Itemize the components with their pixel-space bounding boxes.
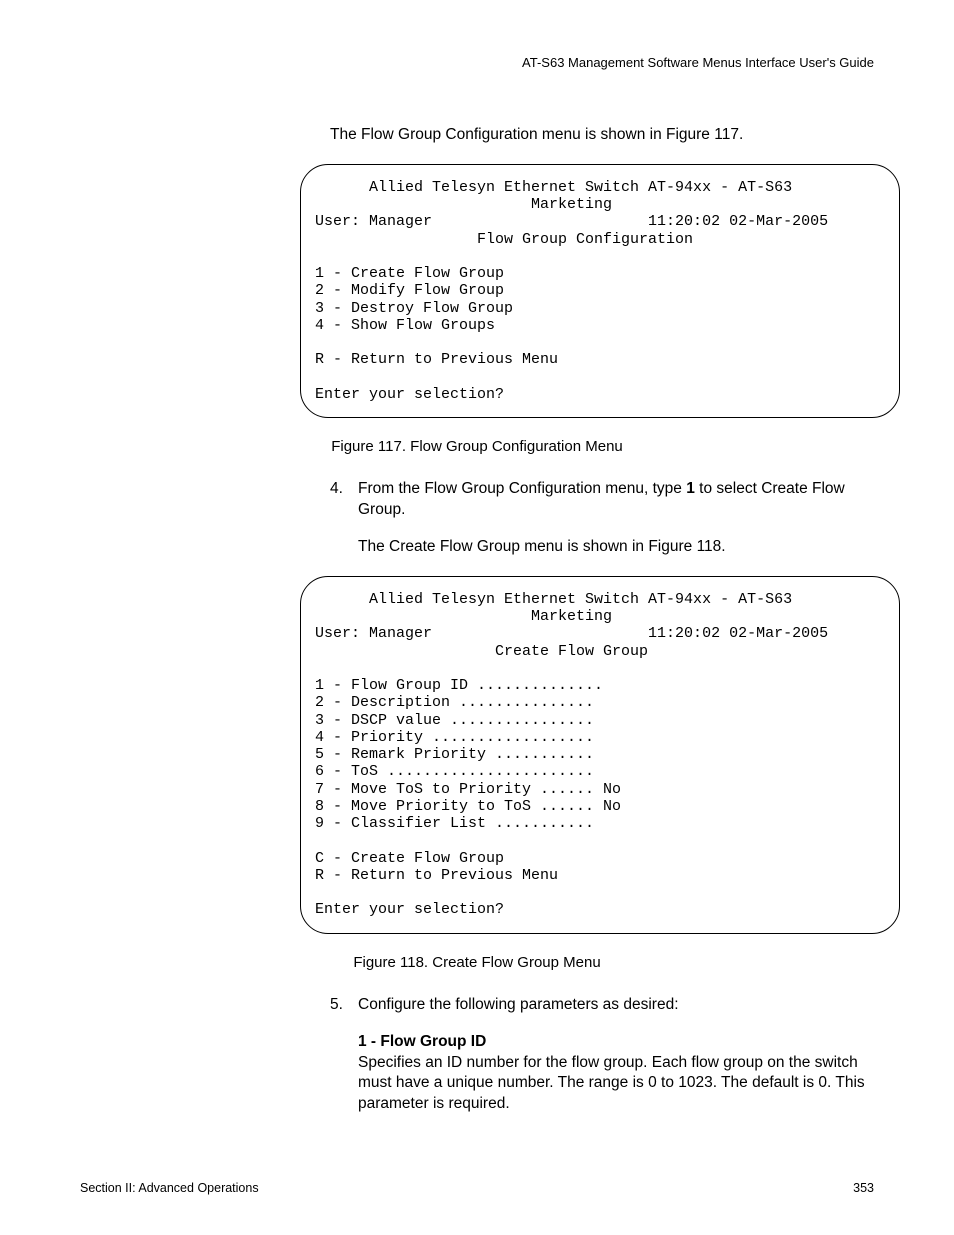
step-text: Configure the following parameters as de… [358, 995, 874, 1016]
footer-section: Section II: Advanced Operations [80, 1181, 259, 1195]
figure-caption-118: Figure 118. Create Flow Group Menu [80, 954, 874, 971]
text-fragment: From the Flow Group Configuration menu, … [358, 480, 686, 497]
text-line: The Flow Group Configuration menu is sho… [330, 125, 874, 146]
step-4: 4. From the Flow Group Configuration men… [330, 479, 874, 558]
figure-caption-117: Figure 117. Flow Group Configuration Men… [80, 438, 874, 455]
parameter-title: 1 - Flow Group ID [358, 1032, 874, 1053]
text-line: The Create Flow Group menu is shown in F… [358, 537, 874, 558]
step-number: 4. [330, 479, 358, 521]
menu-box-create-flow-group: Allied Telesyn Ethernet Switch AT-94xx -… [300, 576, 900, 934]
intro-paragraph-1: The Flow Group Configuration menu is sho… [330, 125, 874, 146]
page: AT-S63 Management Software Menus Interfa… [0, 0, 954, 1235]
parameter-block: 1 - Flow Group ID Specifies an ID number… [358, 1032, 874, 1116]
step-5: 5. Configure the following parameters as… [330, 995, 874, 1116]
menu-box-flow-group-config: Allied Telesyn Ethernet Switch AT-94xx -… [300, 164, 900, 418]
footer-page-number: 353 [853, 1181, 874, 1195]
bold-key: 1 [686, 480, 695, 497]
page-footer: Section II: Advanced Operations 353 [80, 1181, 874, 1195]
step-number: 5. [330, 995, 358, 1016]
step-text: From the Flow Group Configuration menu, … [358, 479, 874, 521]
parameter-body: Specifies an ID number for the flow grou… [358, 1053, 874, 1116]
running-head: AT-S63 Management Software Menus Interfa… [80, 55, 874, 70]
